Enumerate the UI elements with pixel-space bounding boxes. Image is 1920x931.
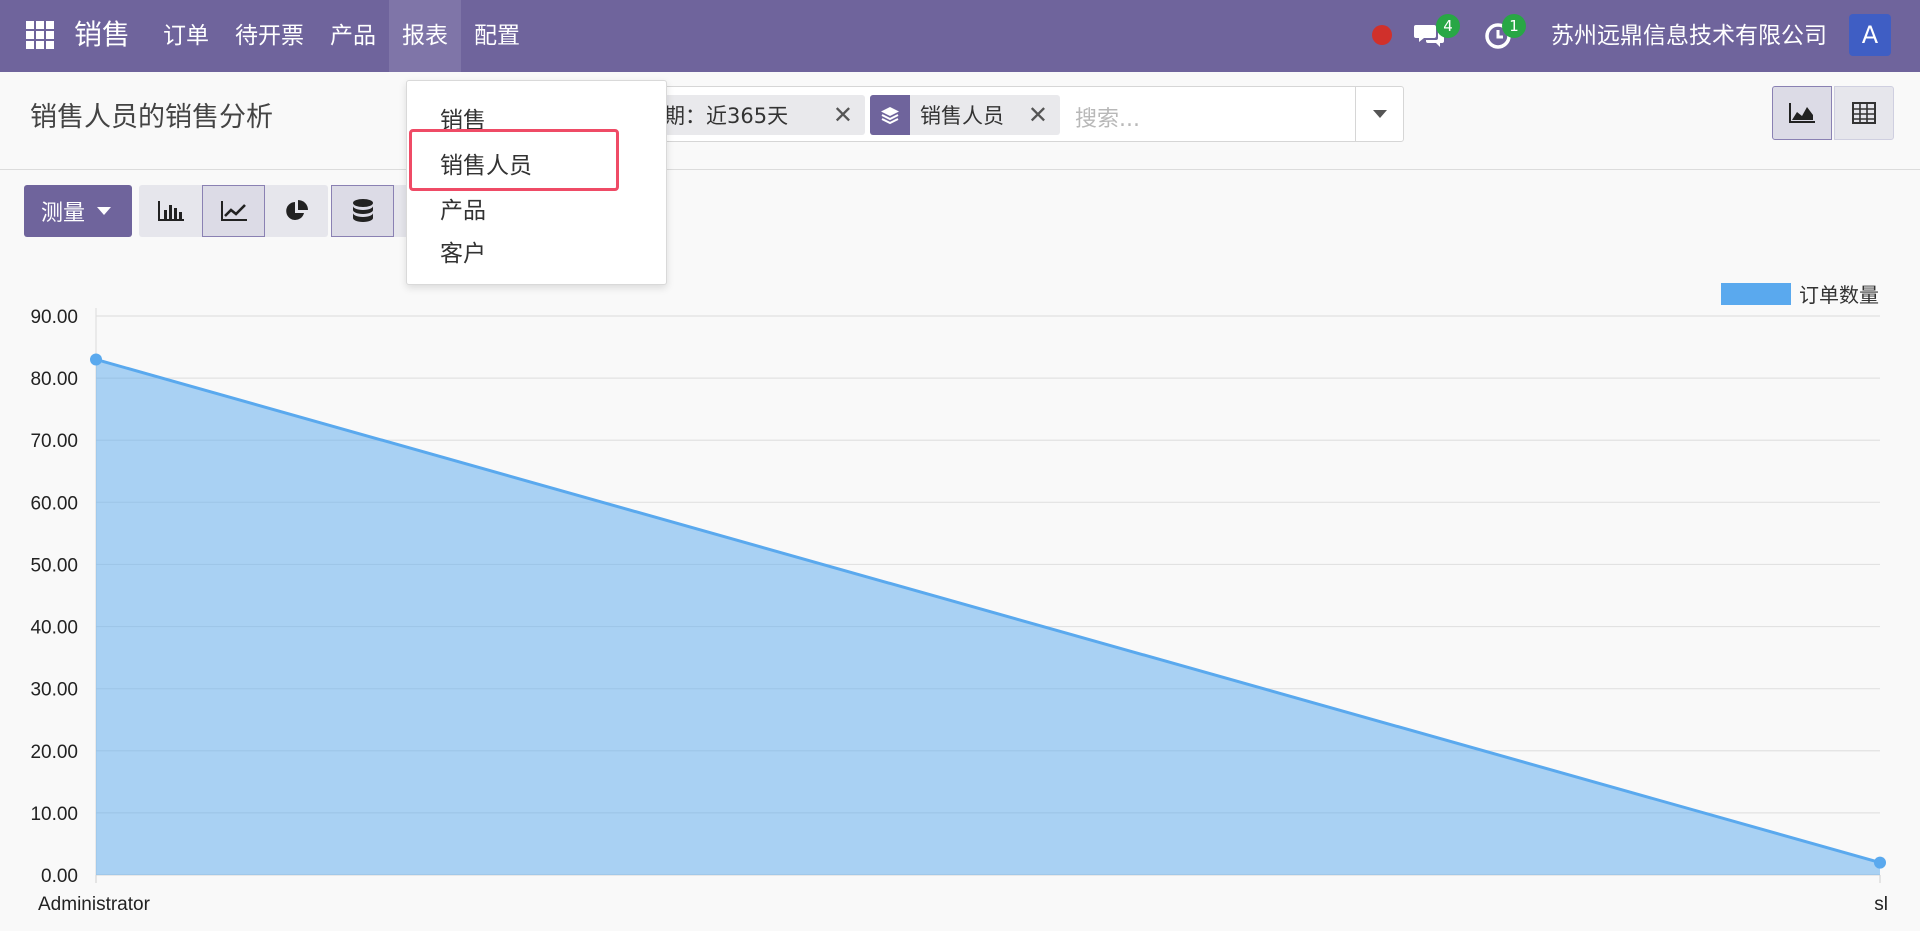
page-title: 销售人员的销售分析 <box>30 102 273 133</box>
user-avatar[interactable]: A <box>1849 14 1891 56</box>
x-tick-label: sl <box>1874 894 1888 915</box>
x-tick-label: Administrator <box>38 894 151 915</box>
groupby-facet: 销售人员 ✕ <box>870 95 1060 135</box>
y-tick-label: 60.00 <box>30 493 78 514</box>
area-chart-icon <box>1789 103 1815 123</box>
y-tick-label: 90.00 <box>30 307 78 328</box>
database-icon <box>352 199 373 222</box>
stack-group <box>331 185 414 237</box>
y-tick-label: 70.00 <box>30 431 78 452</box>
chart-legend[interactable]: 订单数量 <box>1721 279 1879 308</box>
apps-grid-icon[interactable] <box>26 21 54 49</box>
top-navbar: 销售 订单 待开票 产品 报表 配置 4 1 苏州远鼎信息技术有限公司 A <box>0 0 1920 72</box>
main-menu: 订单 待开票 产品 报表 配置 <box>150 0 533 72</box>
highlight-box <box>409 129 619 191</box>
control-panel: 销售人员的销售分析 日期：近365天 ✕ 销售人员 ✕ 搜索... <box>0 72 1920 170</box>
y-tick-label: 10.00 <box>30 804 78 825</box>
line-chart: 0.00 10.00 20.00 30.00 40.00 50.00 60.00 70.00 8… <box>30 307 1888 915</box>
search-options-toggle[interactable] <box>1355 87 1403 141</box>
series-area <box>96 359 1880 875</box>
menu-configuration[interactable]: 配置 <box>461 0 533 72</box>
pie-chart-icon <box>285 200 308 220</box>
remove-groupby-icon[interactable]: ✕ <box>1028 101 1048 129</box>
legend-swatch <box>1721 282 1791 305</box>
pie-chart-button[interactable] <box>265 185 328 237</box>
layers-icon <box>870 95 910 135</box>
remove-date-filter-icon[interactable]: ✕ <box>833 101 853 129</box>
chevron-down-icon <box>97 207 112 215</box>
groupby-label: 销售人员 <box>920 104 1004 128</box>
dropdown-item-customers[interactable]: 客户 <box>440 234 486 268</box>
activities-count-badge: 1 <box>1502 14 1526 38</box>
record-status-icon[interactable] <box>1372 25 1392 45</box>
y-tick-label: 80.00 <box>30 369 78 390</box>
measures-button[interactable]: 测量 <box>24 185 132 237</box>
data-point <box>1874 856 1886 869</box>
y-tick-label: 40.00 <box>30 618 78 639</box>
line-chart-button[interactable] <box>202 185 265 237</box>
messages-count-badge: 4 <box>1436 14 1460 38</box>
menu-to-invoice[interactable]: 待开票 <box>222 0 317 72</box>
y-tick-label: 20.00 <box>30 742 78 763</box>
table-icon <box>1852 102 1876 124</box>
search-bar[interactable]: 日期：近365天 ✕ 销售人员 ✕ 搜索... <box>620 86 1404 142</box>
menu-orders[interactable]: 订单 <box>150 0 222 72</box>
chevron-down-icon <box>1372 110 1387 118</box>
line-chart-icon <box>220 201 247 221</box>
measures-label: 测量 <box>41 201 86 226</box>
legend-label: 订单数量 <box>1799 283 1879 307</box>
company-switcher[interactable]: 苏州远鼎信息技术有限公司 <box>1551 18 1827 54</box>
y-tick-label: 50.00 <box>30 555 78 576</box>
pivot-view-button[interactable] <box>1834 86 1894 140</box>
y-tick-label: 0.00 <box>41 866 78 887</box>
app-brand[interactable]: 销售 <box>74 16 130 54</box>
bar-chart-button[interactable] <box>139 185 202 237</box>
y-tick-label: 30.00 <box>30 680 78 701</box>
menu-reporting[interactable]: 报表 <box>389 0 461 72</box>
menu-products[interactable]: 产品 <box>317 0 389 72</box>
bar-chart-icon <box>157 201 184 221</box>
dropdown-item-products[interactable]: 产品 <box>440 191 486 225</box>
chart-type-group <box>139 185 328 237</box>
search-input[interactable]: 搜索... <box>1075 101 1140 133</box>
data-point <box>90 353 102 366</box>
graph-view-button[interactable] <box>1772 86 1832 140</box>
stacked-button[interactable] <box>331 185 394 237</box>
